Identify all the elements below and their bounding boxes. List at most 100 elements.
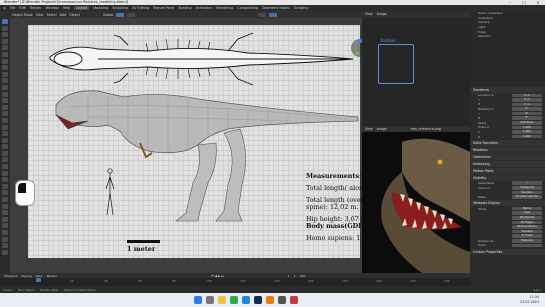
current-frame-field[interactable]: 1 bbox=[288, 274, 290, 278]
outliner-panel[interactable]: Scene Collection Collection Camera Light… bbox=[470, 11, 545, 86]
outliner-item[interactable]: Skeleton bbox=[470, 34, 545, 39]
tab-modeling[interactable]: Modeling bbox=[93, 6, 108, 10]
annotate-tool-icon[interactable] bbox=[2, 58, 8, 64]
property-field[interactable]: Shadow Catcher bbox=[512, 195, 542, 199]
tab-rendering[interactable]: Rendering bbox=[216, 6, 233, 10]
tab-animation[interactable]: Animation bbox=[196, 6, 213, 10]
properties-section-header[interactable]: Delta Transform bbox=[470, 139, 545, 146]
clock[interactable]: 12:34 23.07.2023 bbox=[520, 295, 539, 304]
poly-build-tool-icon[interactable] bbox=[2, 104, 8, 110]
image-menu-3[interactable]: Image bbox=[377, 127, 387, 131]
view-menu-timeline[interactable]: View bbox=[35, 274, 42, 278]
extra-tool-3-icon[interactable] bbox=[2, 216, 8, 222]
knife-tool-icon[interactable] bbox=[2, 98, 8, 104]
menu-render[interactable]: Render bbox=[30, 6, 42, 10]
shear-tool-icon[interactable] bbox=[2, 137, 8, 143]
transform-tool-icon[interactable] bbox=[2, 51, 8, 57]
rip-tool-icon[interactable] bbox=[2, 144, 8, 150]
tab-compositing[interactable]: Compositing bbox=[237, 6, 258, 10]
bevel-tool-icon[interactable] bbox=[2, 84, 8, 90]
extra-tool-7-icon[interactable] bbox=[2, 243, 8, 249]
select-menu[interactable]: Select bbox=[47, 13, 57, 17]
menu-edit[interactable]: Edit bbox=[19, 6, 25, 10]
windows-start-icon[interactable] bbox=[194, 296, 202, 304]
play-controls[interactable]: ⏮ ◀ ▶ ⏭ bbox=[211, 274, 224, 278]
tab-uv-editing[interactable]: UV Editing bbox=[132, 6, 149, 10]
scale-tool-icon[interactable] bbox=[2, 45, 8, 51]
mode-selector[interactable]: Object Mode bbox=[12, 13, 33, 17]
y-axis-icon[interactable] bbox=[355, 51, 359, 55]
blender-taskbar-icon[interactable] bbox=[266, 296, 274, 304]
property-field[interactable]: Textured bbox=[512, 238, 542, 243]
menu-window[interactable]: Window bbox=[46, 6, 59, 10]
spin-tool-icon[interactable] bbox=[2, 111, 8, 117]
extrude-tool-icon[interactable] bbox=[2, 71, 8, 77]
property-field[interactable] bbox=[512, 243, 542, 248]
shading-toggle[interactable] bbox=[269, 12, 278, 17]
properties-section-header[interactable]: Relations bbox=[470, 146, 545, 153]
image-file-name[interactable]: trex_reference.png bbox=[411, 127, 441, 131]
properties-section-header[interactable]: Motion Paths bbox=[470, 167, 545, 174]
draw-tool-icon[interactable] bbox=[2, 170, 8, 176]
image-menu-2[interactable]: Image bbox=[377, 12, 387, 16]
properties-section-header[interactable]: Collections bbox=[470, 153, 545, 160]
snap-toggle[interactable] bbox=[116, 12, 125, 17]
grab-tool-icon[interactable] bbox=[2, 164, 8, 170]
end-frame-field[interactable]: 250 bbox=[300, 274, 306, 278]
fill-tool-icon[interactable] bbox=[2, 183, 8, 189]
brush-tool-icon[interactable] bbox=[2, 157, 8, 163]
tab-scripting[interactable]: Scripting bbox=[294, 6, 309, 10]
measure-tool-icon[interactable] bbox=[2, 65, 8, 71]
view-menu-2[interactable]: View bbox=[365, 12, 373, 16]
timeline-ruler[interactable]: 0 20 40 60 80 100 120 140 160 180 200 220 240 bbox=[0, 278, 470, 286]
menu-file[interactable]: File bbox=[10, 6, 16, 10]
extra-tool-2-icon[interactable] bbox=[2, 210, 8, 216]
search-icon[interactable] bbox=[206, 296, 214, 304]
sample-tool-icon[interactable] bbox=[2, 197, 8, 203]
view-menu-3[interactable]: View bbox=[365, 127, 373, 131]
file-explorer-icon[interactable] bbox=[218, 296, 226, 304]
extra-tool-5-icon[interactable] bbox=[2, 230, 8, 235]
edge-icon[interactable] bbox=[242, 296, 250, 304]
photoshop-icon[interactable] bbox=[254, 296, 262, 304]
playback-menu[interactable]: Playback bbox=[4, 274, 17, 278]
extra-tool-icon[interactable] bbox=[2, 203, 8, 209]
tab-shading[interactable]: Shading bbox=[178, 6, 191, 10]
start-frame-field[interactable]: 1 bbox=[294, 274, 296, 278]
media-icon[interactable] bbox=[290, 296, 298, 304]
extra-tool-6-icon[interactable] bbox=[2, 236, 8, 242]
tab-texture-paint[interactable]: Texture Paint bbox=[153, 6, 174, 10]
tab-layout[interactable]: Layout bbox=[74, 6, 90, 10]
overlay-toggle[interactable] bbox=[258, 12, 267, 17]
smooth-tool-icon[interactable] bbox=[2, 117, 8, 123]
keying-menu[interactable]: Keying bbox=[21, 274, 31, 278]
edge-slide-tool-icon[interactable] bbox=[2, 124, 8, 130]
3d-viewport[interactable]: Measurements: Total length( along the To… bbox=[10, 18, 382, 273]
store-icon[interactable] bbox=[278, 296, 286, 304]
tint-tool-icon[interactable] bbox=[2, 190, 8, 196]
tab-sculpting[interactable]: Sculpting bbox=[112, 6, 127, 10]
blender-logo-icon[interactable]: ◉ bbox=[3, 6, 6, 10]
property-field[interactable]: 1.000 bbox=[512, 134, 542, 139]
loop-cut-tool-icon[interactable] bbox=[2, 91, 8, 97]
add-cube-tool-icon[interactable] bbox=[2, 150, 8, 156]
inset-tool-icon[interactable] bbox=[2, 78, 8, 84]
properties-section-header[interactable]: Custom Properties bbox=[470, 248, 545, 255]
browser-icon[interactable] bbox=[230, 296, 238, 304]
rotate-tool-icon[interactable] bbox=[2, 38, 8, 44]
move-tool-icon[interactable] bbox=[2, 32, 8, 38]
select-tool-icon[interactable] bbox=[2, 19, 8, 24]
view-menu[interactable]: View bbox=[36, 13, 44, 17]
properties-section-header[interactable]: Instancing bbox=[470, 160, 545, 167]
tab-geometry-nodes[interactable]: Geometry Nodes bbox=[262, 6, 290, 10]
proportional-edit-toggle[interactable] bbox=[127, 12, 136, 17]
cursor-tool-icon[interactable] bbox=[2, 25, 8, 31]
menu-help[interactable]: Help bbox=[63, 6, 71, 10]
shrink-tool-icon[interactable] bbox=[2, 131, 8, 137]
object-menu[interactable]: Object bbox=[69, 13, 80, 17]
extra-tool-8-icon[interactable] bbox=[2, 249, 8, 255]
add-menu[interactable]: Add bbox=[60, 13, 66, 17]
timeline[interactable]: Playback Keying View Marker ⏮ ◀ ▶ ⏭ 1 1 … bbox=[0, 273, 470, 286]
marker-menu[interactable]: Marker bbox=[47, 274, 57, 278]
extra-tool-4-icon[interactable] bbox=[2, 223, 8, 229]
